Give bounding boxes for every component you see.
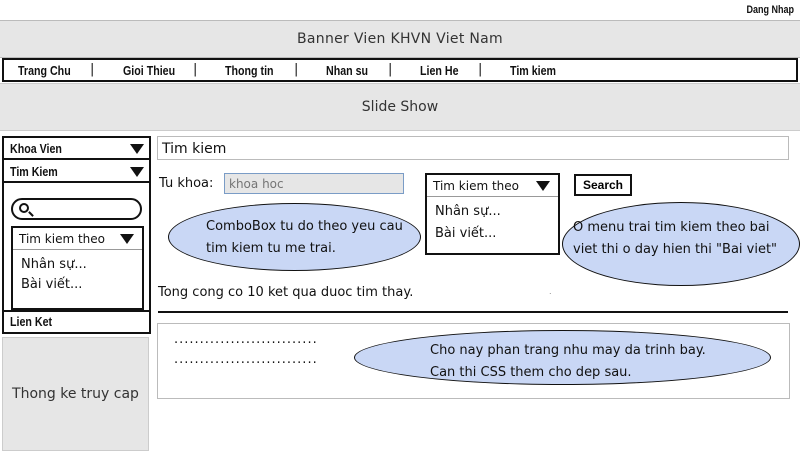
- combobox-header[interactable]: Tim kiem theo: [13, 228, 142, 250]
- nav-separator: |: [193, 62, 198, 77]
- sidebar: Khoa Vien Tim Kiem Tim kiem theo Nhân sự…: [2, 136, 151, 334]
- banner-text: Banner Vien KHVN Viet Nam: [297, 31, 503, 47]
- nav-separator: |: [388, 62, 393, 77]
- nav-item-gioi-thieu[interactable]: Gioi Thieu: [123, 63, 175, 78]
- main-nav: Trang Chu | Gioi Thieu | Thong tin | Nha…: [2, 58, 798, 82]
- sidebar-menu-tim-kiem[interactable]: Tim Kiem: [4, 161, 149, 183]
- triangle-down-icon: [130, 167, 144, 177]
- search-by-combobox[interactable]: Tim kiem theo Nhân sự... Bài viết...: [425, 173, 560, 255]
- triangle-down-icon: [130, 144, 144, 154]
- nav-separator: |: [90, 62, 95, 77]
- sidebar-divider: [4, 310, 149, 312]
- page-title-text: Tim kiem: [162, 141, 227, 157]
- login-link[interactable]: Dang Nhap: [746, 4, 794, 16]
- note-line: tim kiem tu me trai.: [206, 241, 336, 256]
- slideshow-label: Slide Show: [361, 99, 439, 115]
- visit-stats-label: Thong ke truy cap: [12, 386, 139, 402]
- combobox-header[interactable]: Tim kiem theo: [427, 175, 558, 197]
- note-line: Can thi CSS them cho dep sau.: [430, 365, 632, 380]
- sidebar-menu-label: Khoa Vien: [10, 141, 62, 156]
- page-title: Tim kiem: [157, 136, 789, 160]
- keyword-input[interactable]: [224, 173, 404, 194]
- stray-dot: .: [549, 287, 552, 296]
- nav-item-nhan-su[interactable]: Nhan su: [326, 63, 368, 78]
- triangle-down-icon: [120, 234, 134, 244]
- search-icon: [19, 203, 29, 213]
- result-count: Tong cong co 10 ket qua duoc tim thay.: [158, 285, 414, 300]
- banner: Banner Vien KHVN Viet Nam: [0, 20, 800, 58]
- annotation-note-left-menu: O menu trai tim kiem theo bai viet thi o…: [562, 202, 800, 286]
- combobox-label: Tim kiem theo: [19, 232, 106, 246]
- search-button[interactable]: Search: [574, 174, 632, 196]
- note-line: ComboBox tu do theo yeu cau: [206, 219, 403, 234]
- combobox-option-nhan-su[interactable]: Nhân sự...: [21, 257, 87, 272]
- nav-separator: |: [478, 62, 483, 77]
- divider: [158, 311, 788, 313]
- nav-item-trang-chu[interactable]: Trang Chu: [18, 63, 71, 78]
- sidebar-search-input[interactable]: [11, 198, 142, 220]
- nav-item-thong-tin[interactable]: Thong tin: [225, 63, 274, 78]
- note-line: viet thi o day hien thi "Bai viet": [573, 242, 778, 257]
- sidebar-menu-label: Tim Kiem: [10, 164, 58, 179]
- result-item[interactable]: ............................: [174, 352, 318, 367]
- combobox-option-bai-viet[interactable]: Bài viết...: [435, 226, 496, 241]
- sidebar-search-combobox[interactable]: Tim kiem theo Nhân sự... Bài viết...: [11, 226, 144, 310]
- keyword-label: Tu khoa:: [159, 176, 214, 191]
- combobox-label: Tim kiem theo: [433, 179, 520, 193]
- triangle-down-icon: [536, 181, 550, 191]
- note-line: O menu trai tim kiem theo bai: [573, 220, 770, 235]
- slideshow: Slide Show: [0, 83, 800, 131]
- result-item[interactable]: ............................: [174, 332, 318, 347]
- nav-separator: |: [294, 62, 299, 77]
- annotation-note-combobox: ComboBox tu do theo yeu cau tim kiem tu …: [168, 203, 421, 271]
- nav-item-tim-kiem[interactable]: Tim kiem: [510, 63, 556, 78]
- visit-stats: Thong ke truy cap: [2, 337, 149, 451]
- combobox-option-bai-viet[interactable]: Bài viết...: [21, 277, 82, 292]
- combobox-option-nhan-su[interactable]: Nhân sự...: [435, 204, 501, 219]
- sidebar-links[interactable]: Lien Ket: [10, 314, 52, 329]
- annotation-note-pagination: Cho nay phan trang nhu may da trinh bay.…: [354, 330, 771, 385]
- nav-item-lien-he[interactable]: Lien He: [420, 63, 459, 78]
- note-line: Cho nay phan trang nhu may da trinh bay.: [430, 343, 706, 358]
- sidebar-menu-khoa-vien[interactable]: Khoa Vien: [4, 138, 149, 160]
